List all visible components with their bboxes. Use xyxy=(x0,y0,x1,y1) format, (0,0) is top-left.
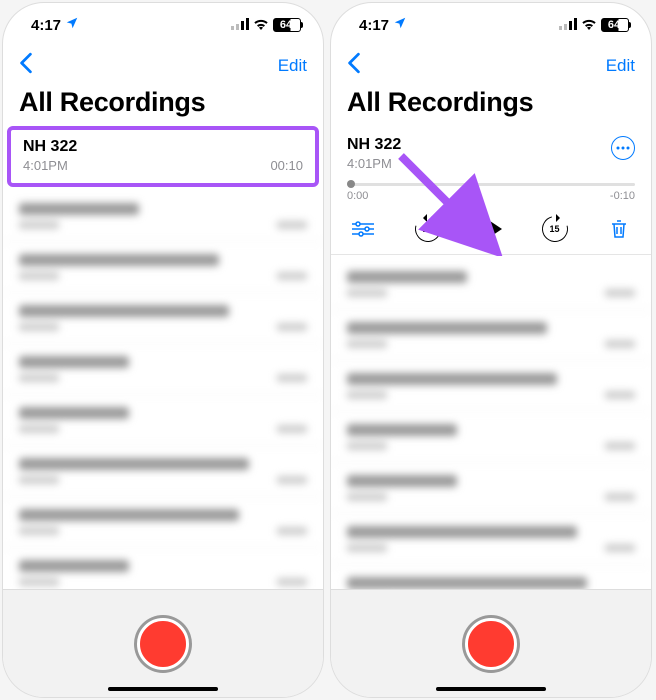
wifi-icon xyxy=(581,18,597,33)
status-time: 4:17 xyxy=(359,17,389,34)
scrubber-knob[interactable] xyxy=(347,180,355,188)
recording-name: NH 322 xyxy=(23,138,303,156)
location-icon xyxy=(393,16,407,34)
battery-icon: 64 xyxy=(601,18,629,32)
play-button[interactable] xyxy=(484,217,502,241)
cellular-icon xyxy=(559,18,577,33)
playback-options-button[interactable] xyxy=(351,217,375,241)
blurred-list xyxy=(331,255,651,589)
skip-back-button[interactable]: 15 xyxy=(415,216,441,242)
bottom-toolbar xyxy=(331,589,651,697)
page-title: All Recordings xyxy=(331,85,651,126)
phone-left: 4:17 64 Edit All Recordings NH 322 4 xyxy=(2,2,324,698)
more-options-button[interactable] xyxy=(611,136,635,160)
status-bar: 4:17 64 xyxy=(331,3,651,47)
recording-duration: 00:10 xyxy=(270,158,303,173)
recording-item[interactable]: NH 322 4:01PM 00:10 xyxy=(11,130,315,183)
home-indicator[interactable] xyxy=(108,687,218,691)
recording-name: NH 322 xyxy=(347,136,401,154)
highlight-annotation: NH 322 4:01PM 00:10 xyxy=(7,126,319,187)
recording-item-expanded[interactable]: NH 322 4:01PM 0:00 -0:10 1 xyxy=(331,126,651,255)
home-indicator[interactable] xyxy=(436,687,546,691)
battery-icon: 64 xyxy=(273,18,301,32)
recording-time: 4:01PM xyxy=(347,156,401,171)
recordings-list[interactable]: NH 322 4:01PM 0:00 -0:10 1 xyxy=(331,126,651,589)
nav-bar: Edit xyxy=(3,47,323,85)
back-button[interactable] xyxy=(347,52,361,81)
recording-time: 4:01PM xyxy=(23,158,68,173)
edit-button[interactable]: Edit xyxy=(606,56,635,76)
elapsed-time: 0:00 xyxy=(347,190,368,202)
nav-bar: Edit xyxy=(331,47,651,85)
page-title: All Recordings xyxy=(3,85,323,126)
bottom-toolbar xyxy=(3,589,323,697)
playback-scrubber[interactable] xyxy=(347,183,635,186)
wifi-icon xyxy=(253,18,269,33)
back-button[interactable] xyxy=(19,52,33,81)
phone-right: 4:17 64 Edit All Recordings NH 322 xyxy=(330,2,652,698)
location-icon xyxy=(65,16,79,34)
cellular-icon xyxy=(231,18,249,33)
delete-button[interactable] xyxy=(607,217,631,241)
status-bar: 4:17 64 xyxy=(3,3,323,47)
status-time: 4:17 xyxy=(31,17,61,34)
skip-forward-button[interactable]: 15 xyxy=(542,216,568,242)
remaining-time: -0:10 xyxy=(610,190,635,202)
record-button[interactable] xyxy=(137,618,189,670)
blurred-list xyxy=(3,187,323,589)
edit-button[interactable]: Edit xyxy=(278,56,307,76)
recordings-list[interactable]: NH 322 4:01PM 00:10 xyxy=(3,126,323,589)
record-button[interactable] xyxy=(465,618,517,670)
